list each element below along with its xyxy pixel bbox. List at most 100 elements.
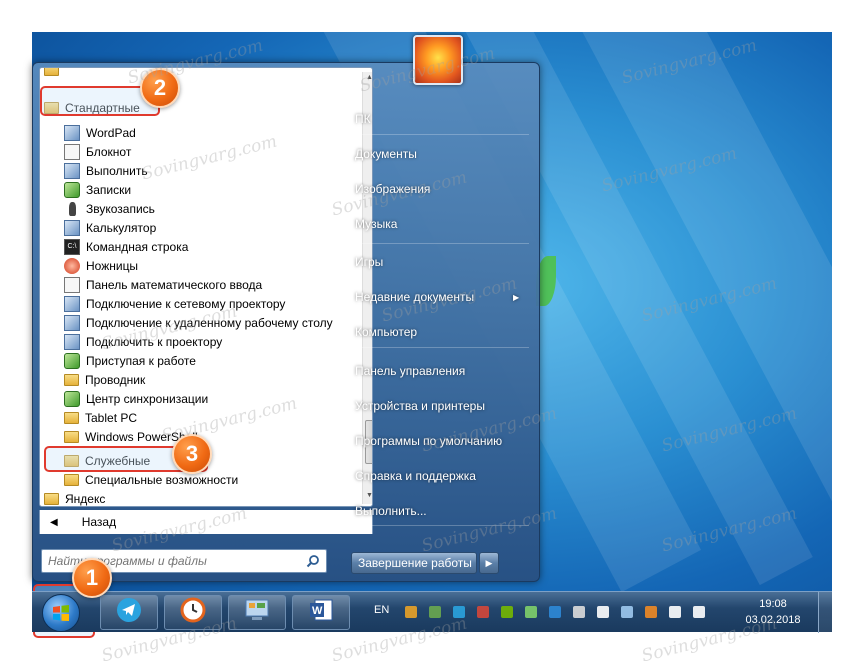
word-icon: W <box>307 597 335 628</box>
right-item-label: Программы по умолчанию <box>355 434 503 448</box>
program-label: Проводник <box>85 372 146 387</box>
program-notepad[interactable]: Блокнот <box>64 142 348 161</box>
program-tablet-pc[interactable]: Tablet PC <box>64 408 348 427</box>
right-item-control-panel[interactable]: Панель управления <box>349 359 519 383</box>
taskbar-clock-app[interactable] <box>164 595 222 630</box>
volume-icon[interactable] <box>692 605 706 619</box>
step-badge-2: 2 <box>140 68 180 108</box>
shutdown-options-button[interactable]: ▶ <box>479 552 499 574</box>
right-item-label: Игры <box>355 255 384 269</box>
taskbar-telegram[interactable] <box>100 595 158 630</box>
program-yandex[interactable]: Яндекс <box>44 489 344 506</box>
program-projector[interactable]: Подключить к проектору <box>64 332 348 351</box>
shield-tray-icon[interactable] <box>476 605 490 619</box>
taskbar: W EN 19:08 03.02.2018 <box>32 591 832 633</box>
network-globe-icon[interactable] <box>548 605 562 619</box>
sync-tray-icon[interactable] <box>572 605 586 619</box>
program-label: Выполнить <box>86 163 148 178</box>
program-label: Калькулятор <box>86 220 157 235</box>
right-item-pictures[interactable]: Изображения <box>349 177 519 201</box>
show-desktop-button[interactable] <box>818 592 832 633</box>
clock-date: 03.02.2018 <box>745 614 801 626</box>
back-button[interactable]: ◀ Назад <box>39 510 373 534</box>
clock-app-icon <box>180 597 206 628</box>
scroll-down-icon[interactable]: ▼ <box>366 492 372 499</box>
program-label: Панель математического ввода <box>86 277 263 292</box>
right-item-help[interactable]: Справка и поддержка <box>349 464 519 488</box>
program-explorer[interactable]: Проводник <box>64 370 348 389</box>
clock[interactable]: 19:08 03.02.2018 <box>738 596 808 628</box>
scroll-up-icon[interactable]: ▲ <box>366 74 372 81</box>
right-item-label: Музыка <box>355 217 398 231</box>
windows-logo-icon <box>53 605 69 621</box>
right-item-computer[interactable]: Компьютер <box>349 320 519 344</box>
microphone-icon <box>69 201 76 216</box>
right-item-default-programs[interactable]: Программы по умолчанию <box>349 429 519 453</box>
program-math-input[interactable]: Панель математического ввода <box>64 275 348 294</box>
program-calculator[interactable]: Калькулятор <box>64 218 348 237</box>
program-accessibility[interactable]: Специальные возможности <box>64 470 364 489</box>
svg-text:W: W <box>312 605 323 617</box>
telegram-tray-icon[interactable] <box>452 605 466 619</box>
right-item-label: ПК <box>355 112 371 126</box>
getting-started-icon <box>64 352 80 369</box>
right-item-devices[interactable]: Устройства и принтеры <box>349 394 519 418</box>
right-item-documents[interactable]: Документы <box>349 142 519 166</box>
start-menu: Стандартные WordPad Блокнот Выполнить Записк… <box>32 35 540 582</box>
flag-icon[interactable] <box>596 605 610 619</box>
scissors-icon <box>64 257 80 274</box>
right-item-games[interactable]: Игры <box>349 250 519 274</box>
nvidia-icon[interactable] <box>500 605 514 619</box>
screenshot: Стандартные WordPad Блокнот Выполнить Записк… <box>0 0 864 666</box>
program-remote-desktop[interactable]: Подключение к удаленному рабочему столу <box>64 313 348 332</box>
program-label: Ножницы <box>86 258 139 273</box>
projector-icon <box>64 333 80 350</box>
signal-icon[interactable] <box>524 605 538 619</box>
program-label: Командная строка <box>86 239 189 254</box>
right-item-run[interactable]: Выполнить... <box>349 499 519 523</box>
back-arrow-icon: ◀ <box>50 516 58 528</box>
program-wordpad[interactable]: WordPad <box>64 123 348 142</box>
user-picture[interactable] <box>413 35 463 85</box>
program-sound-recorder[interactable]: Звукозапись <box>64 199 348 218</box>
wifi-signal-icon[interactable] <box>668 605 682 619</box>
clock-time: 19:08 <box>759 598 787 610</box>
search-icon[interactable] <box>306 554 320 568</box>
program-label: Записки <box>86 182 132 197</box>
program-getting-started[interactable]: Приступая к работе <box>64 351 348 370</box>
program-sync-center[interactable]: Центр синхронизации <box>64 389 348 408</box>
run-icon <box>64 162 80 179</box>
checklist-icon[interactable] <box>428 605 442 619</box>
virtualbox-icon[interactable] <box>620 605 634 619</box>
right-item-label: Недавние документы <box>355 290 475 304</box>
taskbar-control-panel[interactable] <box>228 595 286 630</box>
language-indicator[interactable]: EN <box>374 604 389 616</box>
keyboard-icon[interactable] <box>404 605 418 619</box>
avast-icon[interactable] <box>644 605 658 619</box>
wordpad-icon <box>64 124 80 141</box>
sync-center-icon <box>64 390 80 407</box>
right-item-label: Справка и поддержка <box>355 469 476 483</box>
folder-icon <box>64 430 79 443</box>
sticky-notes-icon <box>64 181 80 198</box>
taskbar-word[interactable]: W <box>292 595 350 630</box>
right-item-label: Документы <box>355 147 417 161</box>
right-item-music[interactable]: Музыка <box>349 212 519 236</box>
program-cmd[interactable]: C:\ Командная строка <box>64 237 348 256</box>
step-badge-1: 1 <box>72 558 112 598</box>
right-separator <box>351 347 529 348</box>
shutdown-button[interactable]: Завершение работы <box>351 552 477 574</box>
program-snipping[interactable]: Ножницы <box>64 256 348 275</box>
right-item-recent[interactable]: Недавние документы ▶ <box>349 285 519 309</box>
program-net-projector[interactable]: Подключение к сетевому проектору <box>64 294 348 313</box>
program-partial-top <box>44 68 328 79</box>
right-separator <box>351 134 529 135</box>
program-sticky-notes[interactable]: Записки <box>64 180 348 199</box>
program-label: Специальные возможности <box>85 472 239 487</box>
program-label: Приступая к работе <box>86 353 196 368</box>
program-run[interactable]: Выполнить <box>64 161 348 180</box>
start-button[interactable] <box>42 594 80 632</box>
chevron-right-icon: ▶ <box>513 292 520 302</box>
program-label: Подключить к проектору <box>86 334 223 349</box>
right-item-pc[interactable]: ПК <box>349 107 519 131</box>
